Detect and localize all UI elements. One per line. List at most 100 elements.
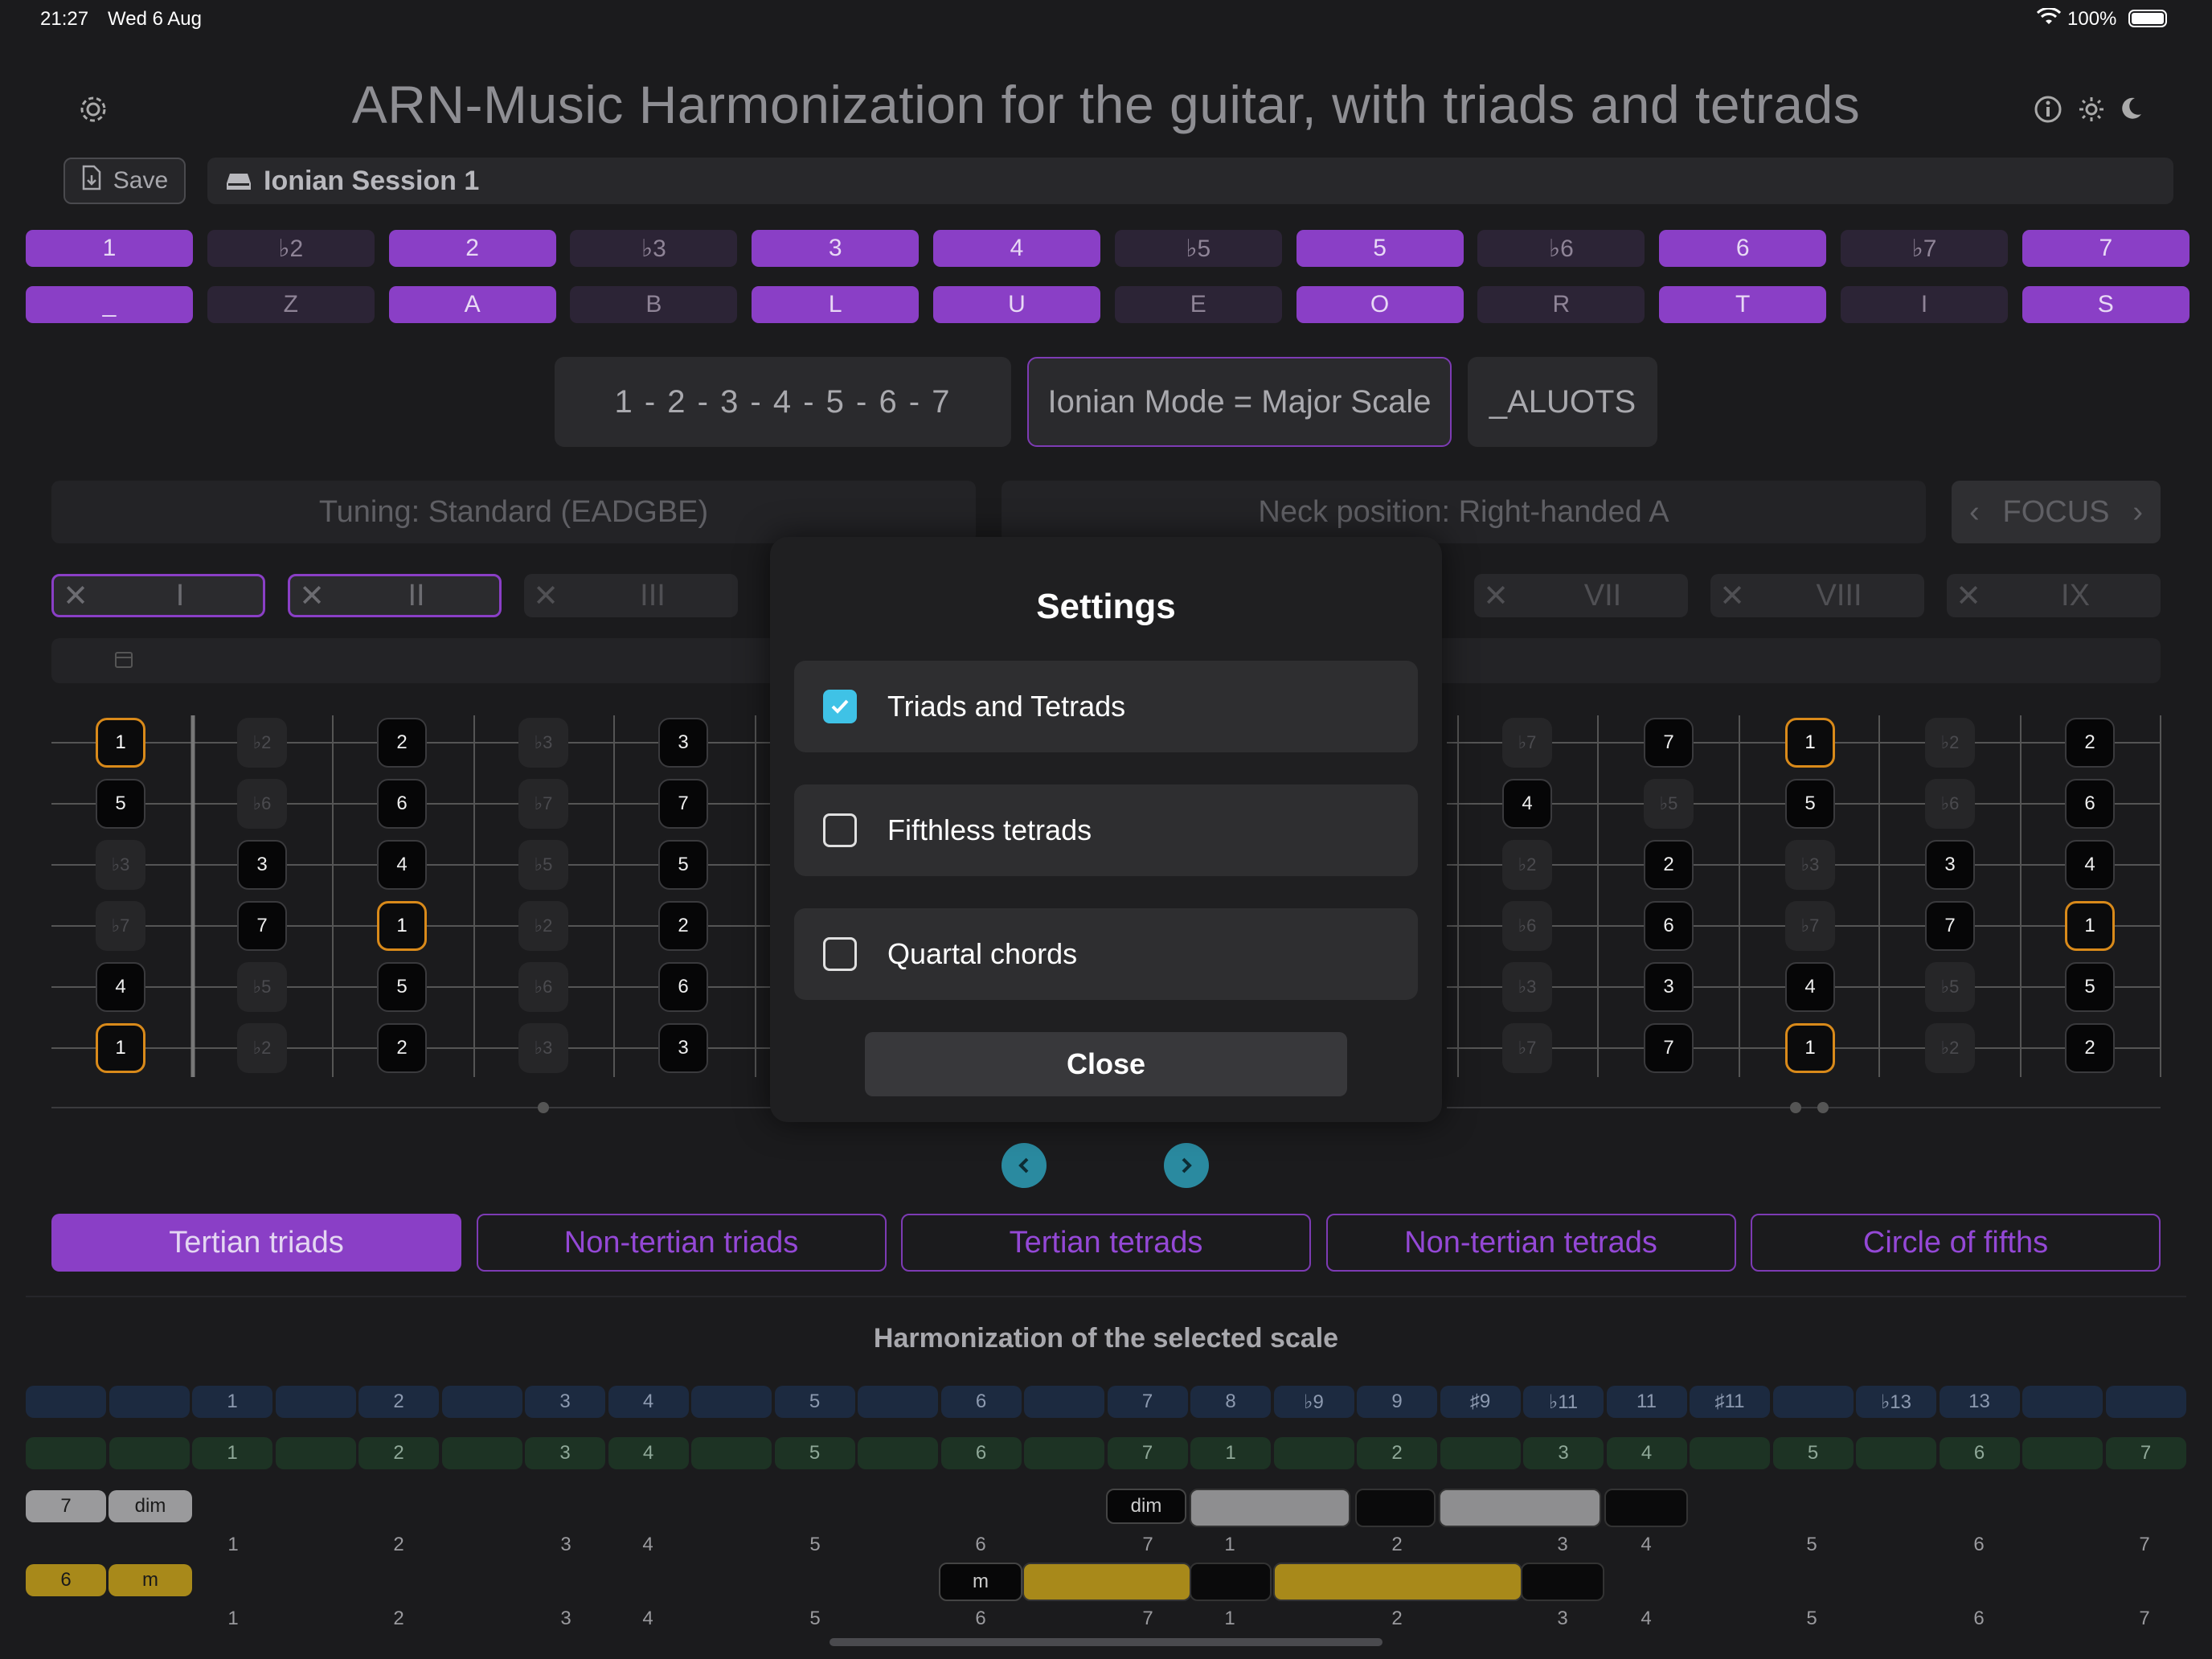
- fret-note[interactable]: 3: [658, 718, 708, 768]
- fret-note[interactable]: 5: [377, 962, 427, 1012]
- fret-note[interactable]: 4: [377, 840, 427, 890]
- degree-toggle[interactable]: ♭2: [207, 230, 375, 267]
- fret-note[interactable]: 7: [237, 901, 287, 951]
- letter-toggle[interactable]: B: [570, 286, 738, 323]
- tab-button[interactable]: Circle of fifths: [1751, 1214, 2161, 1272]
- fret-note[interactable]: 4: [96, 962, 145, 1012]
- close-icon[interactable]: ✕: [290, 578, 334, 614]
- fret-note[interactable]: ♭6: [1502, 901, 1552, 951]
- calendar-icon[interactable]: [114, 649, 133, 673]
- letter-toggle[interactable]: L: [752, 286, 920, 323]
- position-button[interactable]: ✕ IX: [1947, 574, 2161, 617]
- fret-note[interactable]: 6: [658, 962, 708, 1012]
- next-arrow-button[interactable]: [1164, 1143, 1209, 1188]
- fret-note[interactable]: 1: [2065, 901, 2115, 951]
- fret-note[interactable]: 2: [1644, 840, 1694, 890]
- fret-note[interactable]: ♭2: [1925, 1023, 1975, 1073]
- previous-arrow-button[interactable]: [1002, 1143, 1047, 1188]
- degree-toggle[interactable]: 7: [2022, 230, 2189, 267]
- focus-control[interactable]: ‹ FOCUS ›: [1952, 481, 2161, 543]
- fret-note[interactable]: 4: [1785, 962, 1835, 1012]
- option-quartal-chords[interactable]: Quartal chords: [794, 908, 1418, 1000]
- close-icon[interactable]: ✕: [1947, 578, 1990, 614]
- degree-toggle[interactable]: 4: [933, 230, 1100, 267]
- fret-note[interactable]: ♭7: [1785, 901, 1835, 951]
- fret-note[interactable]: ♭3: [518, 718, 568, 768]
- fret-note[interactable]: ♭5: [1644, 779, 1694, 829]
- fret-note[interactable]: 2: [377, 718, 427, 768]
- option-triads-tetrads[interactable]: Triads and Tetrads: [794, 661, 1418, 752]
- moon-icon[interactable]: [2117, 95, 2144, 129]
- chevron-left-icon[interactable]: ‹: [1969, 495, 1980, 530]
- fret-note[interactable]: 7: [658, 779, 708, 829]
- fret-note[interactable]: 1: [96, 718, 145, 768]
- fret-note[interactable]: ♭3: [518, 1023, 568, 1073]
- degree-toggle[interactable]: ♭7: [1841, 230, 2008, 267]
- fret-note[interactable]: 7: [1644, 1023, 1694, 1073]
- fret-note[interactable]: ♭6: [237, 779, 287, 829]
- fret-note[interactable]: ♭5: [518, 840, 568, 890]
- fret-note[interactable]: ♭5: [1925, 962, 1975, 1012]
- fret-note[interactable]: 4: [1502, 779, 1552, 829]
- sun-icon[interactable]: [2077, 95, 2106, 130]
- chevron-right-icon[interactable]: ›: [2132, 495, 2143, 530]
- fret-note[interactable]: ♭7: [1502, 718, 1552, 768]
- degree-toggle[interactable]: 2: [388, 230, 556, 267]
- degree-toggle[interactable]: 6: [1659, 230, 1827, 267]
- degree-toggle[interactable]: 3: [752, 230, 920, 267]
- checkbox-unchecked[interactable]: [823, 813, 857, 847]
- fret-note[interactable]: 6: [377, 779, 427, 829]
- tuning-selector[interactable]: Tuning: Standard (EADGBE): [51, 481, 976, 543]
- letter-toggle[interactable]: U: [933, 286, 1100, 323]
- position-button[interactable]: ✕ VIII: [1710, 574, 1924, 617]
- fret-note[interactable]: ♭3: [96, 840, 145, 890]
- fret-note[interactable]: ♭2: [1502, 840, 1552, 890]
- fret-note[interactable]: 2: [2065, 718, 2115, 768]
- fret-note[interactable]: 2: [658, 901, 708, 951]
- fret-note[interactable]: ♭3: [1785, 840, 1835, 890]
- letter-toggle[interactable]: Z: [207, 286, 375, 323]
- fret-note[interactable]: 3: [1644, 962, 1694, 1012]
- letter-toggle[interactable]: _: [26, 286, 193, 323]
- letter-toggle[interactable]: S: [2022, 286, 2189, 323]
- checkbox-unchecked[interactable]: [823, 937, 857, 971]
- fret-note[interactable]: ♭5: [237, 962, 287, 1012]
- fret-note[interactable]: ♭7: [518, 779, 568, 829]
- fret-note[interactable]: 5: [2065, 962, 2115, 1012]
- tab-button[interactable]: Non-tertian tetrads: [1325, 1214, 1736, 1272]
- letter-toggle[interactable]: A: [388, 286, 556, 323]
- degree-toggle[interactable]: 1: [26, 230, 193, 267]
- fret-note[interactable]: ♭6: [1925, 779, 1975, 829]
- close-icon[interactable]: ✕: [1474, 578, 1518, 614]
- position-button[interactable]: ✕ I: [51, 574, 265, 617]
- scale-name-selector[interactable]: Ionian Mode = Major Scale: [1027, 357, 1452, 447]
- fret-note[interactable]: 1: [377, 901, 427, 951]
- fret-note[interactable]: 4: [2065, 840, 2115, 890]
- option-fifthless-tetrads[interactable]: Fifthless tetrads: [794, 784, 1418, 876]
- close-icon[interactable]: ✕: [524, 578, 567, 614]
- fret-note[interactable]: ♭6: [518, 962, 568, 1012]
- degree-toggle[interactable]: 5: [1296, 230, 1464, 267]
- info-icon[interactable]: [2034, 95, 2062, 130]
- fret-note[interactable]: ♭3: [1502, 962, 1552, 1012]
- letter-toggle[interactable]: T: [1659, 286, 1827, 323]
- position-button[interactable]: ✕ II: [288, 574, 502, 617]
- fret-note[interactable]: 1: [1785, 1023, 1835, 1073]
- degree-toggle[interactable]: ♭3: [570, 230, 738, 267]
- close-button[interactable]: Close: [865, 1032, 1347, 1096]
- fret-note[interactable]: 5: [658, 840, 708, 890]
- fret-note[interactable]: 5: [96, 779, 145, 829]
- session-field[interactable]: Ionian Session 1: [207, 158, 2173, 204]
- fret-note[interactable]: 3: [658, 1023, 708, 1073]
- fret-note[interactable]: ♭2: [237, 718, 287, 768]
- tab-button[interactable]: Tertian tetrads: [901, 1214, 1311, 1272]
- close-icon[interactable]: ✕: [1710, 578, 1754, 614]
- fret-note[interactable]: 6: [1644, 901, 1694, 951]
- position-button[interactable]: ✕ VII: [1474, 574, 1688, 617]
- letter-toggle[interactable]: R: [1477, 286, 1645, 323]
- fret-note[interactable]: ♭2: [1925, 718, 1975, 768]
- letter-toggle[interactable]: E: [1114, 286, 1282, 323]
- tab-button[interactable]: Non-tertian triads: [476, 1214, 887, 1272]
- fret-note[interactable]: 7: [1925, 901, 1975, 951]
- fret-note[interactable]: ♭7: [1502, 1023, 1552, 1073]
